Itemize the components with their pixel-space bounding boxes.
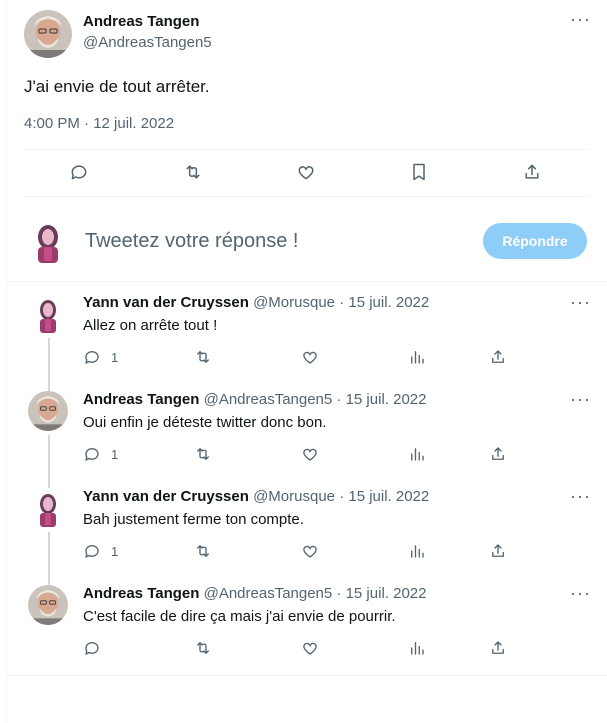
- like-icon[interactable]: [301, 542, 319, 560]
- reply-date[interactable]: · 15 juil. 2022: [339, 488, 429, 505]
- retweet-icon[interactable]: [194, 348, 212, 366]
- reply-item[interactable]: Andreas Tangen @AndreasTangen5 · 15 juil…: [7, 387, 607, 488]
- reply-text: Bah justement ferme ton compte.: [83, 511, 304, 528]
- reply-author-name[interactable]: Andreas Tangen: [83, 585, 199, 602]
- like-icon[interactable]: [301, 348, 319, 366]
- thread-line: [48, 338, 50, 391]
- divider: [24, 196, 589, 197]
- reply-author-handle[interactable]: @AndreasTangen5: [204, 585, 333, 602]
- more-options-icon[interactable]: ···: [570, 10, 591, 28]
- reply-submit-button[interactable]: Répondre: [483, 223, 587, 259]
- share-icon[interactable]: [522, 162, 542, 182]
- bookmark-icon[interactable]: [409, 162, 429, 182]
- reply-text: C'est facile de dire ça mais j'ai envie …: [83, 608, 396, 625]
- reply-author-name[interactable]: Yann van der Cruyssen: [83, 294, 249, 311]
- divider: [7, 675, 607, 676]
- more-options-icon[interactable]: ···: [570, 390, 591, 408]
- reply-date[interactable]: · 15 juil. 2022: [336, 585, 426, 602]
- reply-count: 1: [111, 446, 119, 462]
- tweet-timestamp[interactable]: 4:00 PM · 12 juil. 2022: [24, 115, 174, 132]
- avatar-current-user[interactable]: [24, 217, 72, 265]
- reply-author-name[interactable]: Yann van der Cruyssen: [83, 488, 249, 505]
- retweet-icon[interactable]: [194, 445, 212, 463]
- reply-date[interactable]: · 15 juil. 2022: [339, 294, 429, 311]
- share-icon[interactable]: [489, 445, 507, 463]
- more-options-icon[interactable]: ···: [570, 584, 591, 602]
- analytics-icon[interactable]: [408, 445, 426, 463]
- reply-author-handle[interactable]: @Morusque: [253, 294, 335, 311]
- share-icon[interactable]: [489, 639, 507, 657]
- reply-header: Yann van der Cruyssen @Morusque · 15 jui…: [83, 294, 429, 311]
- share-icon[interactable]: [489, 348, 507, 366]
- reply-author-handle[interactable]: @Morusque: [253, 488, 335, 505]
- retweet-icon[interactable]: [194, 542, 212, 560]
- reply-count: 1: [111, 349, 119, 365]
- reply-header: Andreas Tangen @AndreasTangen5 · 15 juil…: [83, 391, 426, 408]
- reply-count: 1: [111, 543, 119, 559]
- like-icon[interactable]: [296, 162, 316, 182]
- reply-header: Yann van der Cruyssen @Morusque · 15 jui…: [83, 488, 429, 505]
- share-icon[interactable]: [489, 542, 507, 560]
- analytics-icon[interactable]: [408, 348, 426, 366]
- reply-text: Allez on arrête tout !: [83, 317, 218, 334]
- reply-date[interactable]: · 15 juil. 2022: [336, 391, 426, 408]
- author-handle[interactable]: @AndreasTangen5: [83, 34, 212, 51]
- reply-icon[interactable]: 1: [83, 445, 118, 463]
- author-name[interactable]: Andreas Tangen: [83, 13, 199, 30]
- reply-item[interactable]: Yann van der Cruyssen @Morusque · 15 jui…: [7, 487, 607, 585]
- reply-item[interactable]: Andreas Tangen @AndreasTangen5 · 15 juil…: [7, 584, 607, 675]
- reply-icon[interactable]: [69, 162, 89, 182]
- main-tweet: Andreas Tangen @AndreasTangen5 ··· J'ai …: [7, 0, 607, 282]
- avatar-andreas[interactable]: [24, 10, 72, 58]
- reply-icon[interactable]: 1: [83, 542, 118, 560]
- reply-input[interactable]: Tweetez votre réponse !: [85, 230, 298, 253]
- reply-author-handle[interactable]: @AndreasTangen5: [204, 391, 333, 408]
- avatar-yann[interactable]: [28, 488, 68, 528]
- like-icon[interactable]: [301, 639, 319, 657]
- more-options-icon[interactable]: ···: [570, 487, 591, 505]
- conversation-panel: Andreas Tangen @AndreasTangen5 ··· J'ai …: [6, 0, 607, 723]
- reply-header: Andreas Tangen @AndreasTangen5 · 15 juil…: [83, 585, 426, 602]
- reply-icon[interactable]: [83, 639, 111, 657]
- reply-icon[interactable]: 1: [83, 348, 118, 366]
- retweet-icon[interactable]: [194, 639, 212, 657]
- like-icon[interactable]: [301, 445, 319, 463]
- reply-item[interactable]: Yann van der Cruyssen @Morusque · 15 jui…: [7, 293, 607, 391]
- retweet-icon[interactable]: [183, 162, 203, 182]
- avatar-andreas[interactable]: [28, 585, 68, 625]
- tweet-text: J'ai envie de tout arrêter.: [24, 77, 210, 96]
- more-options-icon[interactable]: ···: [570, 293, 591, 311]
- divider: [24, 149, 589, 150]
- reply-text: Oui enfin je déteste twitter donc bon.: [83, 414, 327, 431]
- analytics-icon[interactable]: [408, 639, 426, 657]
- reply-author-name[interactable]: Andreas Tangen: [83, 391, 199, 408]
- thread-line: [48, 532, 50, 585]
- avatar-andreas[interactable]: [28, 391, 68, 431]
- thread-line: [48, 435, 50, 488]
- avatar-yann[interactable]: [28, 294, 68, 334]
- analytics-icon[interactable]: [408, 542, 426, 560]
